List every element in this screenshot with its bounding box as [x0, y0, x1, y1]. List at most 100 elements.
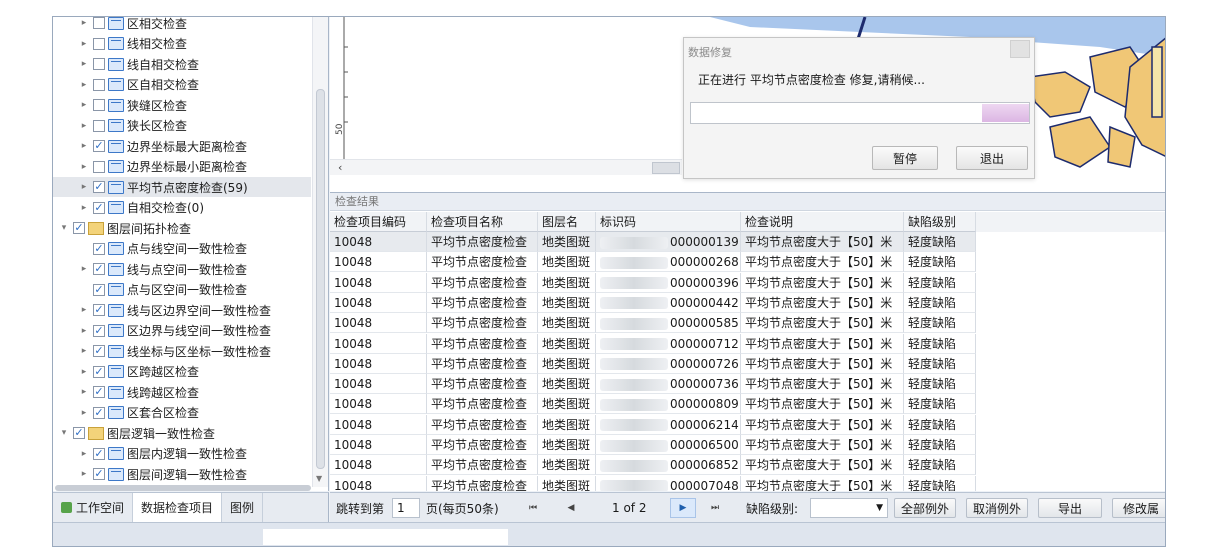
tab-legend[interactable]: 图例 [222, 493, 264, 522]
dialog-close-button[interactable] [1010, 40, 1030, 58]
expand-arrow-icon[interactable]: ▸ [79, 264, 89, 274]
expand-arrow-icon[interactable]: ▸ [79, 449, 89, 459]
tree-item[interactable]: ▸ 线自相交检查 [53, 54, 311, 74]
column-header[interactable]: 标识码 [596, 212, 741, 232]
table-row[interactable]: 10048 平均节点密度检查 地类图斑 000000139 平均节点密度大于【50】米轻… [330, 232, 1165, 252]
tree-scroll-thumb[interactable] [316, 89, 325, 469]
tree-item[interactable]: ▸ ✓ 图层间逻辑一致性检查 [53, 464, 311, 484]
prev-page-icon[interactable]: ◀ [560, 498, 582, 518]
tree-item[interactable]: ▸ ✓ 线坐标与区坐标一致性检查 [53, 341, 311, 361]
tree-horizontal-scrollbar[interactable] [55, 485, 311, 491]
tree-item[interactable]: ▾ ✓ 图层间拓扑检查 [53, 218, 311, 238]
tree-item-checkbox[interactable] [93, 160, 105, 173]
scroll-down-arrow-icon[interactable]: ▼ [316, 474, 322, 483]
expand-arrow-icon[interactable]: ▸ [79, 100, 89, 110]
map-horizontal-scrollbar[interactable]: ‹ [330, 159, 682, 175]
table-row[interactable]: 10048 平均节点密度检查 地类图斑 000000736 平均节点密度大于【50】米轻… [330, 374, 1165, 395]
table-row[interactable]: 10048 平均节点密度检查 地类图斑 000000396 平均节点密度大于【50】米轻… [330, 272, 1165, 293]
expand-arrow-icon[interactable]: ▸ [79, 80, 89, 90]
expand-arrow-icon[interactable]: ▸ [79, 408, 89, 418]
expand-arrow-icon[interactable]: ▸ [79, 39, 89, 49]
tree-item-checkbox[interactable]: ✓ [93, 468, 105, 480]
collapse-arrow-icon[interactable]: ▾ [59, 223, 69, 233]
tree-item-checkbox[interactable]: ✓ [93, 406, 105, 419]
tree-item-checkbox[interactable]: ✓ [73, 222, 85, 234]
expand-arrow-icon[interactable]: ▸ [79, 59, 89, 69]
tree-item-checkbox[interactable]: ✓ [93, 365, 105, 378]
table-row[interactable]: 10048 平均节点密度检查 地类图斑 000006852 平均节点密度大于【50】米轻… [330, 455, 1165, 476]
tree-item[interactable]: ▸ 狭长区检查 [53, 116, 311, 136]
column-header[interactable]: 检查说明 [741, 212, 904, 232]
tree-item-checkbox[interactable]: ✓ [93, 345, 105, 357]
expand-arrow-icon[interactable]: ▸ [79, 121, 89, 131]
tree-item-checkbox[interactable] [93, 119, 105, 132]
tree-item[interactable]: ▸ ✓ 图层内逻辑一致性检查 [53, 444, 311, 464]
modify-attribute-button[interactable]: 修改属 [1112, 498, 1165, 518]
tree-item[interactable]: ▸ 区自相交检查 [53, 75, 311, 95]
tree-item-checkbox[interactable] [93, 99, 105, 111]
collapse-arrow-icon[interactable]: ▾ [59, 428, 69, 438]
tree-item-checkbox[interactable]: ✓ [93, 283, 105, 296]
expand-arrow-icon[interactable]: ▸ [79, 162, 89, 172]
tab-workspace[interactable]: 工作空间 [53, 493, 134, 522]
tree-item[interactable]: ▸ ✓ 线跨越区检查 [53, 382, 311, 402]
scroll-left-arrow-icon[interactable]: ‹ [338, 161, 342, 174]
tree-item[interactable]: ▸ 狭缝区检查 [53, 95, 311, 115]
tree-item-checkbox[interactable]: ✓ [93, 201, 105, 214]
tree-vertical-scrollbar[interactable]: ▼ [312, 17, 328, 487]
expand-arrow-icon[interactable]: ▸ [79, 305, 89, 315]
tree-item-checkbox[interactable] [93, 37, 105, 50]
tree-item[interactable]: ▸ 线相交检查 [53, 34, 311, 54]
table-row[interactable]: 10048 平均节点密度检查 地类图斑 000007048 平均节点密度大于【50】米轻… [330, 475, 1165, 491]
tree-item[interactable]: ▸ ✓ 区边界与线空间一致性检查 [53, 321, 311, 341]
export-button[interactable]: 导出 [1038, 498, 1102, 518]
tree-item-checkbox[interactable]: ✓ [93, 140, 105, 152]
tree-item-checkbox[interactable]: ✓ [93, 386, 105, 398]
exit-button[interactable]: 退出 [956, 146, 1028, 170]
column-header[interactable]: 图层名 [538, 212, 596, 232]
tree-item[interactable]: ▸ ✓ 自相交检查(0) [53, 198, 311, 218]
expand-arrow-icon[interactable]: ▸ [79, 367, 89, 377]
expand-arrow-icon[interactable]: ▸ [79, 326, 89, 336]
page-number-input[interactable]: 1 [392, 498, 420, 518]
tree-item[interactable]: ✓ 点与线空间一致性检查 [53, 239, 311, 259]
next-page-icon[interactable]: ▶ [670, 498, 696, 518]
expand-arrow-icon[interactable]: ▸ [79, 387, 89, 397]
tree-item[interactable]: ▸ ✓ 线与区边界空间一致性检查 [53, 300, 311, 320]
pause-button[interactable]: 暂停 [872, 146, 938, 170]
tree-item[interactable]: ▸ ✓ 边界坐标最大距离检查 [53, 136, 311, 156]
expand-arrow-icon[interactable]: ▸ [79, 141, 89, 151]
expand-arrow-icon[interactable]: ▸ [79, 182, 89, 192]
table-row[interactable]: 10048 平均节点密度检查 地类图斑 000000268 平均节点密度大于【50】米轻… [330, 252, 1165, 273]
table-row[interactable]: 10048 平均节点密度检查 地类图斑 000000585 平均节点密度大于【50】米轻… [330, 313, 1165, 334]
exclude-all-button[interactable]: 全部例外 [894, 498, 956, 518]
column-header[interactable]: 缺陷级别 [904, 212, 976, 232]
table-row[interactable]: 10048 平均节点密度检查 地类图斑 000006500 平均节点密度大于【50】米轻… [330, 435, 1165, 455]
tree-item-checkbox[interactable]: ✓ [93, 242, 105, 255]
tree-item-checkbox[interactable]: ✓ [93, 447, 105, 460]
tab-check-items[interactable]: 数据检查项目 [133, 493, 223, 522]
tree-item-checkbox[interactable]: ✓ [93, 304, 105, 316]
tree-item[interactable]: ▸ ✓ 线与点空间一致性检查 [53, 259, 311, 279]
first-page-icon[interactable]: ⏮ [522, 498, 544, 518]
tree-item[interactable]: ▸ ✓ 区跨越区检查 [53, 362, 311, 382]
table-row[interactable]: 10048 平均节点密度检查 地类图斑 000000712 平均节点密度大于【50】米轻… [330, 333, 1165, 354]
column-header[interactable]: 检查项目名称 [427, 212, 538, 232]
tree-item[interactable]: ✓ 点与区空间一致性检查 [53, 280, 311, 300]
table-row[interactable]: 10048 平均节点密度检查 地类图斑 000006214 平均节点密度大于【50】米轻… [330, 414, 1165, 435]
tree-item-checkbox[interactable]: ✓ [73, 427, 85, 439]
expand-arrow-icon[interactable]: ▸ [79, 18, 89, 28]
expand-arrow-icon[interactable]: ▸ [79, 469, 89, 479]
defect-level-select[interactable]: ▼ [810, 498, 888, 518]
cancel-exclude-button[interactable]: 取消例外 [966, 498, 1028, 518]
tree-item[interactable]: ▸ ✓ 区套合区检查 [53, 403, 311, 423]
tree-item-checkbox[interactable]: ✓ [93, 324, 105, 337]
expand-arrow-icon[interactable]: ▸ [79, 346, 89, 356]
map-scroll-thumb[interactable] [652, 162, 680, 174]
tree-item[interactable]: ▸ ✓ 平均节点密度检查(59) [53, 177, 311, 197]
column-header[interactable]: 检查项目编码 [330, 212, 427, 232]
tree-item-checkbox[interactable]: ✓ [93, 263, 105, 275]
table-row[interactable]: 10048 平均节点密度检查 地类图斑 000000442 平均节点密度大于【50】米轻… [330, 292, 1165, 313]
tree-item-checkbox[interactable] [93, 58, 105, 70]
tree-item-checkbox[interactable] [93, 17, 105, 29]
